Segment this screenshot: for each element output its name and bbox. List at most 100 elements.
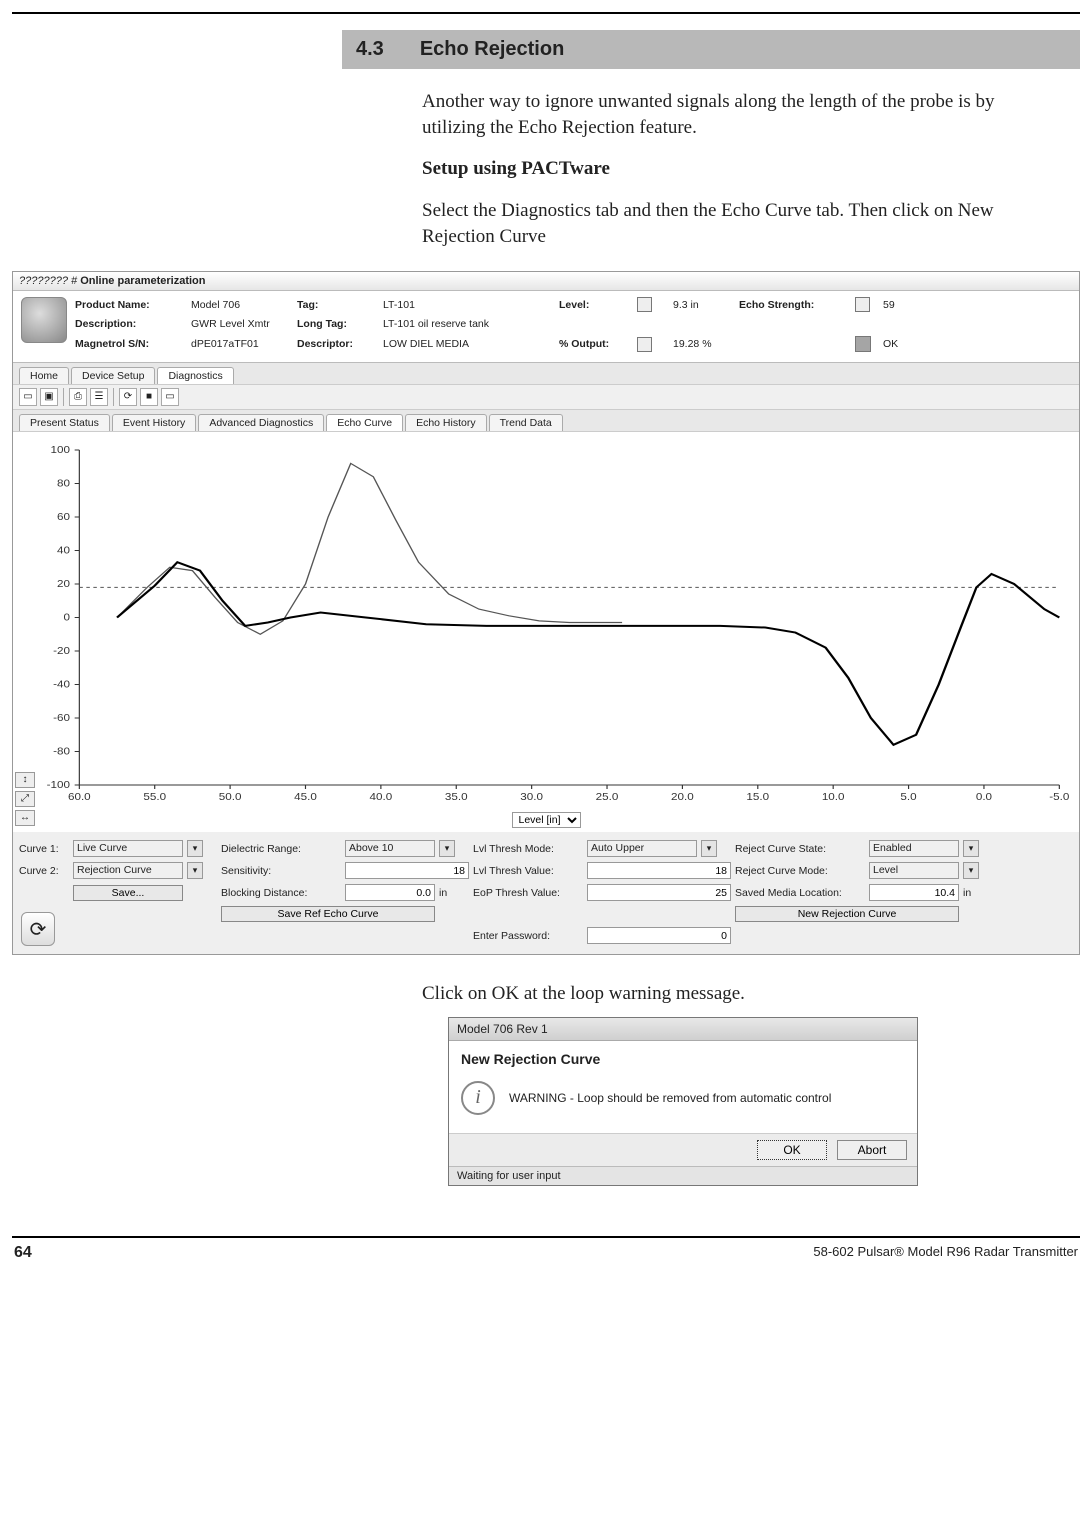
tab-device-setup[interactable]: Device Setup bbox=[71, 367, 155, 384]
descriptor-label: Descriptor: bbox=[297, 338, 377, 350]
tab-trend-data[interactable]: Trend Data bbox=[489, 414, 563, 431]
tab-home[interactable]: Home bbox=[19, 367, 69, 384]
dropdown-icon[interactable]: ▾ bbox=[187, 862, 203, 879]
enter-password-label: Enter Password: bbox=[473, 930, 583, 942]
instructions-paragraph: Select the Diagnostics tab and then the … bbox=[422, 198, 1050, 249]
svg-text:40: 40 bbox=[57, 545, 70, 556]
dropdown-icon[interactable]: ▾ bbox=[187, 840, 203, 857]
tabs-main: Home Device Setup Diagnostics bbox=[13, 363, 1079, 384]
save-ref-button[interactable]: Save Ref Echo Curve bbox=[221, 906, 435, 922]
refresh-icon[interactable] bbox=[637, 297, 652, 312]
dropdown-icon[interactable]: ▾ bbox=[963, 840, 979, 857]
svg-text:-5.0: -5.0 bbox=[1049, 792, 1069, 803]
refresh-icon[interactable] bbox=[855, 297, 870, 312]
titlebar-main: Online parameterization bbox=[80, 275, 205, 287]
svg-text:35.0: 35.0 bbox=[445, 792, 468, 803]
tab-diagnostics[interactable]: Diagnostics bbox=[157, 367, 233, 384]
sensitivity-label: Sensitivity: bbox=[221, 865, 341, 877]
eop-thresh-value-label: EoP Thresh Value: bbox=[473, 887, 583, 899]
svg-text:-40: -40 bbox=[53, 679, 70, 690]
intro-paragraph: Another way to ignore unwanted signals a… bbox=[422, 89, 1050, 140]
toolbar-button[interactable]: ■ bbox=[140, 388, 158, 406]
zoom-button[interactable]: ⤢ bbox=[15, 791, 35, 807]
titlebar-prefix: ???????? # bbox=[19, 275, 77, 287]
curve2-label: Curve 2: bbox=[19, 865, 69, 877]
svg-text:50.0: 50.0 bbox=[219, 792, 242, 803]
zoom-button[interactable]: ↕ bbox=[15, 772, 35, 788]
ok-button[interactable]: OK bbox=[757, 1140, 827, 1160]
svg-text:5.0: 5.0 bbox=[900, 792, 916, 803]
tab-event-history[interactable]: Event History bbox=[112, 414, 196, 431]
toolbar-button[interactable]: ⟳ bbox=[119, 388, 137, 406]
sensitivity-input[interactable] bbox=[345, 862, 469, 879]
product-name-value: Model 706 bbox=[191, 299, 291, 311]
toolbar: ▭ ▣ ⎙ ☰ ⟳ ■ ▭ bbox=[13, 384, 1079, 410]
svg-text:15.0: 15.0 bbox=[746, 792, 769, 803]
reject-curve-state-select[interactable]: Enabled bbox=[869, 840, 959, 857]
pactware-window: ???????? # Online parameterization Produ… bbox=[12, 271, 1080, 955]
lvl-thresh-value-input[interactable] bbox=[587, 862, 731, 879]
section-header: 4.3 Echo Rejection bbox=[342, 30, 1080, 69]
tab-echo-history[interactable]: Echo History bbox=[405, 414, 487, 431]
refresh-icon[interactable] bbox=[637, 337, 652, 352]
saved-media-location-label: Saved Media Location: bbox=[735, 887, 865, 899]
refresh-button[interactable]: ⟳ bbox=[21, 912, 55, 946]
page-number: 64 bbox=[14, 1244, 32, 1262]
curve1-select[interactable]: Live Curve bbox=[73, 840, 183, 857]
dropdown-icon[interactable]: ▾ bbox=[439, 840, 455, 857]
toolbar-button[interactable]: ▭ bbox=[19, 388, 37, 406]
dialog-status: Waiting for user input bbox=[449, 1166, 917, 1185]
level-value: 9.3 bbox=[673, 299, 688, 311]
toolbar-button[interactable]: ⎙ bbox=[69, 388, 87, 406]
svg-text:55.0: 55.0 bbox=[143, 792, 166, 803]
long-tag-value: LT-101 oil reserve tank bbox=[383, 318, 553, 330]
abort-button[interactable]: Abort bbox=[837, 1140, 907, 1160]
descriptor-value: LOW DIEL MEDIA bbox=[383, 338, 553, 350]
tab-echo-curve[interactable]: Echo Curve bbox=[326, 414, 403, 431]
description-value: GWR Level Xmtr bbox=[191, 318, 291, 330]
echo-curve-form: Curve 1: Live Curve ▾ Dielectric Range: … bbox=[13, 832, 1079, 954]
svg-text:30.0: 30.0 bbox=[520, 792, 543, 803]
blocking-distance-input[interactable] bbox=[345, 884, 435, 901]
tag-label: Tag: bbox=[297, 299, 377, 311]
long-tag-label: Long Tag: bbox=[297, 318, 377, 330]
sn-value: dPE017aTF01 bbox=[191, 338, 291, 350]
new-rejection-curve-button[interactable]: New Rejection Curve bbox=[735, 906, 959, 922]
svg-text:60.0: 60.0 bbox=[68, 792, 91, 803]
axis-selector[interactable]: Level [in] bbox=[512, 812, 581, 828]
reject-curve-mode-select[interactable]: Level bbox=[869, 862, 959, 879]
echo-strength-value: 59 bbox=[883, 299, 923, 311]
device-icon bbox=[21, 297, 67, 343]
enter-password-input[interactable] bbox=[587, 927, 731, 944]
saved-media-location-input[interactable] bbox=[869, 884, 959, 901]
warning-dialog: Model 706 Rev 1 New Rejection Curve i WA… bbox=[448, 1017, 918, 1186]
dielectric-range-select[interactable]: Above 10 bbox=[345, 840, 435, 857]
svg-text:0.0: 0.0 bbox=[976, 792, 992, 803]
tab-advanced-diagnostics[interactable]: Advanced Diagnostics bbox=[198, 414, 324, 431]
lvl-thresh-mode-select[interactable]: Auto Upper bbox=[587, 840, 697, 857]
dropdown-icon[interactable]: ▾ bbox=[963, 862, 979, 879]
save-button[interactable]: Save... bbox=[73, 885, 183, 901]
status-icon bbox=[855, 336, 871, 352]
tag-value: LT-101 bbox=[383, 299, 553, 311]
zoom-button[interactable]: ↔ bbox=[15, 810, 35, 826]
toolbar-button[interactable]: ☰ bbox=[90, 388, 108, 406]
after-text: Click on OK at the loop warning message. bbox=[422, 981, 1050, 1007]
svg-text:45.0: 45.0 bbox=[294, 792, 317, 803]
level-label: Level: bbox=[559, 299, 631, 311]
svg-text:20: 20 bbox=[57, 579, 70, 590]
toolbar-button[interactable]: ▭ bbox=[161, 388, 179, 406]
curve2-select[interactable]: Rejection Curve bbox=[73, 862, 183, 879]
pct-output-unit: % bbox=[702, 338, 711, 350]
doc-id: 58-602 Pulsar® Model R96 Radar Transmitt… bbox=[813, 1244, 1078, 1262]
toolbar-button[interactable]: ▣ bbox=[40, 388, 58, 406]
dialog-message: WARNING - Loop should be removed from au… bbox=[509, 1091, 831, 1105]
dielectric-range-label: Dielectric Range: bbox=[221, 843, 341, 855]
tab-present-status[interactable]: Present Status bbox=[19, 414, 110, 431]
dropdown-icon[interactable]: ▾ bbox=[701, 840, 717, 857]
eop-thresh-value-input[interactable] bbox=[587, 884, 731, 901]
pct-output-value: 19.28 bbox=[673, 338, 699, 350]
tabs-sub: Present Status Event History Advanced Di… bbox=[13, 410, 1079, 431]
dialog-titlebar: Model 706 Rev 1 bbox=[449, 1018, 917, 1041]
svg-text:40.0: 40.0 bbox=[370, 792, 393, 803]
